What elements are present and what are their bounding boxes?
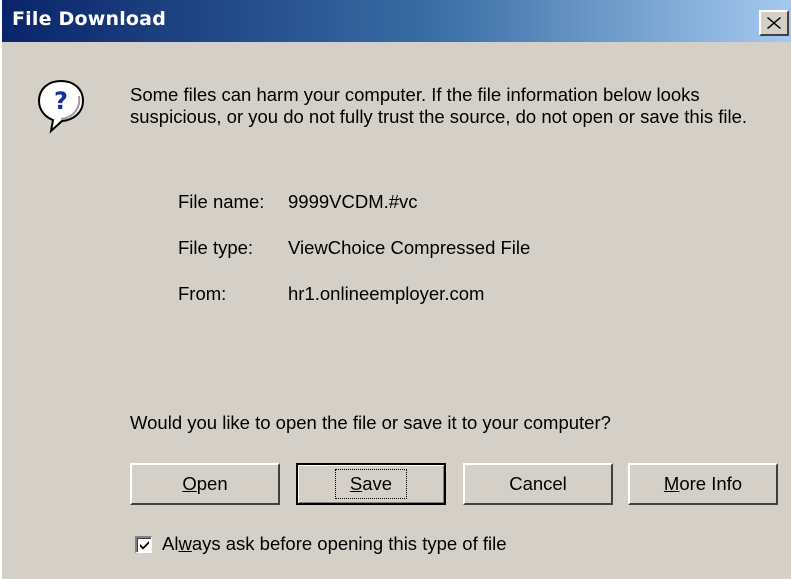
window-title: File Download: [12, 8, 166, 30]
always-ask-label-pre: Al: [162, 533, 179, 554]
more-info-button[interactable]: More Info: [628, 463, 778, 505]
file-download-dialog: File Download ? Some files can harm your…: [0, 0, 791, 579]
cancel-button[interactable]: Cancel: [463, 463, 613, 505]
always-ask-mnemonic: w: [178, 533, 192, 554]
open-label-rest: pen: [196, 473, 228, 494]
save-label-rest: ave: [362, 473, 393, 494]
always-ask-checkbox[interactable]: [135, 535, 152, 553]
more-info-button-label: More Info: [664, 473, 742, 495]
save-mnemonic: S: [349, 473, 363, 494]
always-ask-label-post: ays ask before opening this type of file: [191, 533, 507, 554]
svg-text:?: ?: [54, 87, 68, 115]
title-bar[interactable]: File Download: [2, 0, 791, 42]
open-or-save-question: Would you like to open the file or save …: [130, 412, 611, 433]
cancel-button-label: Cancel: [509, 473, 567, 494]
checkmark-icon: [139, 540, 149, 549]
file-name-label: File name:: [178, 191, 265, 212]
file-type-label: File type:: [178, 237, 254, 258]
from-value: hr1.onlineemployer.com: [288, 283, 485, 304]
question-bubble-icon: ?: [35, 78, 87, 139]
open-mnemonic: O: [182, 473, 197, 494]
file-type-value: ViewChoice Compressed File: [288, 237, 531, 258]
open-button-label: Open: [182, 473, 227, 495]
more-info-label-rest: ore Info: [679, 473, 743, 494]
file-name-value: 9999VCDM.#vc: [288, 191, 418, 212]
always-ask-option[interactable]: Always ask before opening this type of f…: [135, 533, 507, 555]
from-label: From:: [178, 283, 227, 304]
warning-message: Some files can harm your computer. If th…: [130, 84, 748, 127]
more-info-mnemonic: M: [663, 473, 680, 494]
save-button[interactable]: Save: [296, 463, 446, 505]
close-icon: [767, 17, 781, 29]
save-button-label: Save: [334, 469, 408, 499]
close-button[interactable]: [759, 10, 789, 36]
open-button[interactable]: Open: [130, 463, 280, 505]
always-ask-label[interactable]: Always ask before opening this type of f…: [162, 533, 507, 555]
